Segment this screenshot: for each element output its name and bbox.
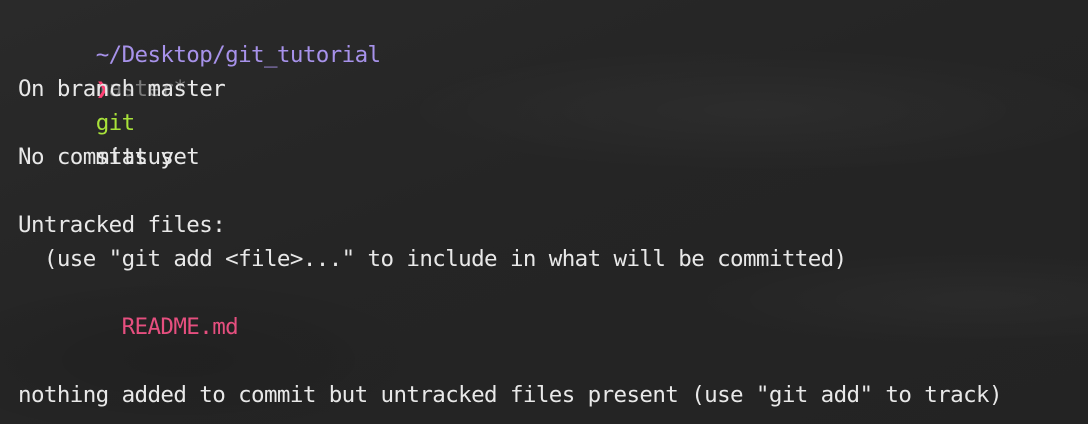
output-commits-line: No commits yet (18, 140, 1002, 174)
command-executable: git (95, 110, 135, 136)
output-branch-text: On branch master (18, 76, 226, 102)
output-commits-text: No commits yet (18, 144, 200, 170)
untracked-hint-text: (use "git add <file>..." to include in w… (18, 246, 847, 272)
terminal-output: ~/Desktop/git_tutorial master* ❯ git sta… (18, 4, 1003, 412)
prompt-header-line: ~/Desktop/git_tutorial master* (18, 4, 1002, 102)
summary-text: nothing added to commit but untracked fi… (18, 382, 1003, 408)
untracked-file-line: README.md (18, 310, 1002, 344)
output-untracked-header: Untracked files: (18, 208, 1002, 242)
terminal-window[interactable]: ~/Desktop/git_tutorial master* ❯ git sta… (0, 0, 1088, 424)
output-summary-line: nothing added to commit but untracked fi… (18, 378, 1003, 412)
output-branch-line: On branch master (18, 72, 1002, 106)
current-path: ~/Desktop/git_tutorial (95, 42, 381, 68)
output-untracked-hint: (use "git add <file>..." to include in w… (18, 242, 1002, 276)
untracked-header-text: Untracked files: (18, 212, 226, 238)
untracked-file-name: README.md (18, 314, 239, 340)
